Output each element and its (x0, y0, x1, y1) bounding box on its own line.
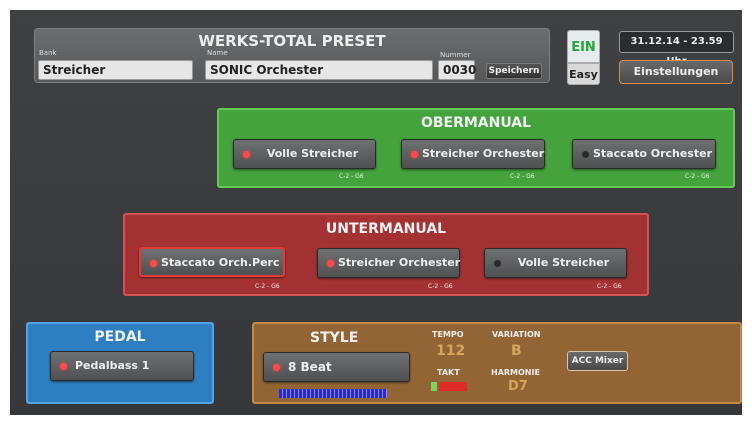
voice-label: Staccato Orchester (593, 147, 712, 160)
easy-toggle[interactable]: Easy (567, 63, 600, 85)
variation-value[interactable]: B (511, 343, 522, 359)
takt-measure-indicator (439, 382, 467, 391)
datetime-display: 31.12.14 - 23.59 Uhr (619, 31, 734, 67)
obermanual-title: OBERMANUAL (420, 115, 532, 131)
harmonie-value: D7 (508, 379, 528, 394)
voice-label: Staccato Orch.Perc (161, 256, 280, 269)
led-icon (327, 260, 334, 267)
bank-label: Bank (39, 49, 57, 57)
led-icon (243, 151, 250, 158)
nummer-label: Nummer (440, 51, 471, 59)
voice-range: C-2 - G6 (510, 173, 535, 180)
voice-range: C-2 - G6 (255, 283, 280, 290)
voice-label: Streicher Orchester (422, 147, 545, 160)
led-icon (273, 364, 280, 371)
ein-toggle[interactable]: EIN (567, 30, 600, 63)
variation-label: VARIATION (492, 330, 541, 339)
voice-label: Pedalbass 1 (75, 359, 150, 372)
voice-range: C-2 - G6 (339, 173, 364, 180)
voice-range: C-2 - G6 (597, 283, 622, 290)
untermanual-title: UNTERMANUAL (325, 221, 447, 237)
pedal-panel: PEDAL Pedalbass 1 (26, 322, 214, 404)
preset-title: WERKS-TOTAL PRESET (198, 32, 386, 50)
voice-range: C-2 - G6 (428, 283, 453, 290)
led-icon (494, 260, 501, 267)
tempo-label: TEMPO (432, 330, 464, 339)
style-voice[interactable]: 8 Beat (263, 352, 410, 382)
obermanual-panel: OBERMANUAL Volle Streicher C-2 - G6 Stre… (217, 108, 735, 188)
takt-label: TAKT (437, 368, 460, 377)
save-button[interactable]: Speichern (486, 63, 542, 79)
takt-beat-indicator (431, 382, 437, 391)
name-label: Name (207, 49, 228, 57)
voice-label: 8 Beat (288, 360, 332, 374)
style-progress-bar (279, 389, 387, 398)
style-title: STYLE (310, 330, 359, 346)
style-panel: STYLE 8 Beat TEMPO 112 VARIATION B TAKT … (252, 322, 742, 404)
name-field[interactable]: SONIC Orchester (205, 60, 433, 80)
voice-label: Volle Streicher (517, 256, 610, 269)
untermanual-panel: UNTERMANUAL Staccato Orch.Perc C-2 - G6 … (123, 213, 649, 296)
led-icon (411, 151, 418, 158)
pedal-title: PEDAL (94, 329, 146, 345)
arranger-screen: WERKS-TOTAL PRESET Bank Streicher Name S… (10, 10, 742, 415)
harmonie-label: HARMONIE (491, 368, 540, 377)
untermanual-voice-2[interactable]: Streicher Orchester (317, 248, 460, 278)
obermanual-voice-2[interactable]: Streicher Orchester (401, 139, 545, 169)
acc-mixer-button[interactable]: ACC Mixer (567, 351, 628, 371)
led-icon (582, 151, 589, 158)
untermanual-voice-3[interactable]: Volle Streicher (484, 248, 627, 278)
voice-label: Volle Streicher (266, 147, 359, 160)
obermanual-voice-1[interactable]: Volle Streicher (233, 139, 376, 169)
led-icon (60, 363, 67, 370)
pedal-voice[interactable]: Pedalbass 1 (50, 351, 194, 381)
preset-panel: WERKS-TOTAL PRESET Bank Streicher Name S… (34, 28, 550, 83)
voice-range: C-2 - G6 (685, 173, 710, 180)
untermanual-voice-1[interactable]: Staccato Orch.Perc (139, 247, 285, 277)
nummer-field[interactable]: 0030 (438, 60, 476, 80)
tempo-value[interactable]: 112 (436, 343, 465, 359)
settings-button[interactable]: Einstellungen (619, 60, 733, 84)
bank-field[interactable]: Streicher (38, 60, 193, 80)
voice-label: Streicher Orchester (338, 256, 461, 269)
obermanual-voice-3[interactable]: Staccato Orchester (572, 139, 716, 169)
led-icon (150, 260, 157, 267)
